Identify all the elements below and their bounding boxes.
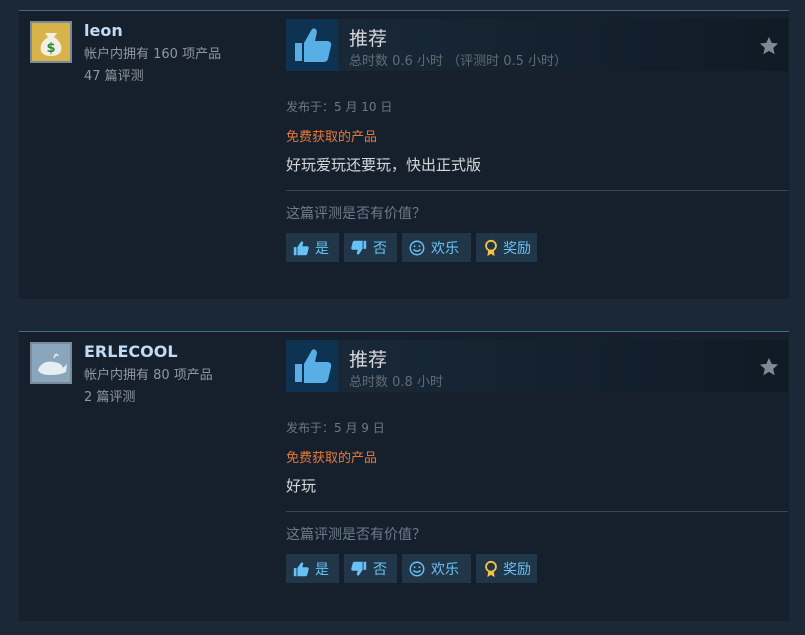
playtime-hours: 总时数 0.6 小时 （评测时 0.5 小时） <box>349 54 568 69</box>
award-button[interactable]: 奖励 <box>476 554 537 583</box>
review-card: ERLECOOL 帐户内拥有 80 项产品 2 篇评测 推荐 总时数 0.8 小… <box>19 331 789 621</box>
playtime-hours: 总时数 0.8 小时 <box>349 375 443 390</box>
rate-buttons: 是 否 欢乐 奖励 <box>286 554 788 583</box>
vote-no-button[interactable]: 否 <box>344 554 397 583</box>
award-label: 奖励 <box>503 240 531 257</box>
vote-no-label: 否 <box>373 561 387 578</box>
smiley-icon <box>409 561 425 576</box>
thumbs-up-icon <box>293 561 309 576</box>
award-label: 奖励 <box>503 561 531 578</box>
vote-funny-button[interactable]: 欢乐 <box>402 233 471 262</box>
divider <box>286 511 788 512</box>
vote-no-label: 否 <box>373 240 387 257</box>
smiley-icon <box>409 240 425 255</box>
money-bag-icon: $ <box>32 23 70 61</box>
author-review-count[interactable]: 2 篇评测 <box>84 386 135 405</box>
review-verdict: 推荐 <box>349 349 388 371</box>
whale-icon <box>32 344 70 382</box>
svg-text:$: $ <box>46 41 55 56</box>
award-medal-icon <box>485 239 497 256</box>
vote-funny-button[interactable]: 欢乐 <box>402 554 471 583</box>
free-product-tag: 免费获取的产品 <box>286 451 378 466</box>
vote-yes-button[interactable]: 是 <box>286 554 339 583</box>
posted-date: 发布于：5 月 10 日 <box>286 100 393 114</box>
rate-buttons: 是 否 欢乐 奖励 <box>286 233 788 262</box>
award-medal-icon <box>485 560 497 577</box>
vote-no-button[interactable]: 否 <box>344 233 397 262</box>
free-product-tag: 免费获取的产品 <box>286 130 378 145</box>
review-verdict: 推荐 <box>349 28 388 50</box>
review-body: 好玩爱玩还要玩，快出正式版 <box>286 156 482 174</box>
divider <box>286 190 788 191</box>
vote-yes-label: 是 <box>315 240 329 257</box>
author-name[interactable]: leon <box>84 21 123 40</box>
thumbs-down-icon <box>351 561 367 576</box>
posted-date: 发布于：5 月 9 日 <box>286 421 385 435</box>
thumbs-down-icon <box>351 240 367 255</box>
thumbs-up-icon <box>286 19 338 71</box>
review-card: $ leon 帐户内拥有 160 项产品 47 篇评测 推荐 总时数 0.6 小… <box>19 10 789 299</box>
author-products[interactable]: 帐户内拥有 160 项产品 <box>84 43 221 62</box>
vote-header[interactable]: 推荐 总时数 0.6 小时 （评测时 0.5 小时） <box>286 19 788 71</box>
author-avatar[interactable] <box>30 342 72 384</box>
helpful-question: 这篇评测是否有价值？ <box>286 527 426 543</box>
helpful-question: 这篇评测是否有价值？ <box>286 206 426 222</box>
award-button[interactable]: 奖励 <box>476 233 537 262</box>
review-body: 好玩 <box>286 477 317 495</box>
vote-yes-button[interactable]: 是 <box>286 233 339 262</box>
vote-funny-label: 欢乐 <box>431 240 459 257</box>
author-avatar[interactable]: $ <box>30 21 72 63</box>
star-icon[interactable] <box>758 356 780 378</box>
thumbs-up-icon <box>293 240 309 255</box>
vote-header[interactable]: 推荐 总时数 0.8 小时 <box>286 340 788 392</box>
author-review-count[interactable]: 47 篇评测 <box>84 65 144 84</box>
vote-yes-label: 是 <box>315 561 329 578</box>
vote-funny-label: 欢乐 <box>431 561 459 578</box>
thumbs-up-icon <box>286 340 338 392</box>
star-icon[interactable] <box>758 35 780 57</box>
author-name[interactable]: ERLECOOL <box>84 342 178 361</box>
author-products[interactable]: 帐户内拥有 80 项产品 <box>84 364 213 383</box>
